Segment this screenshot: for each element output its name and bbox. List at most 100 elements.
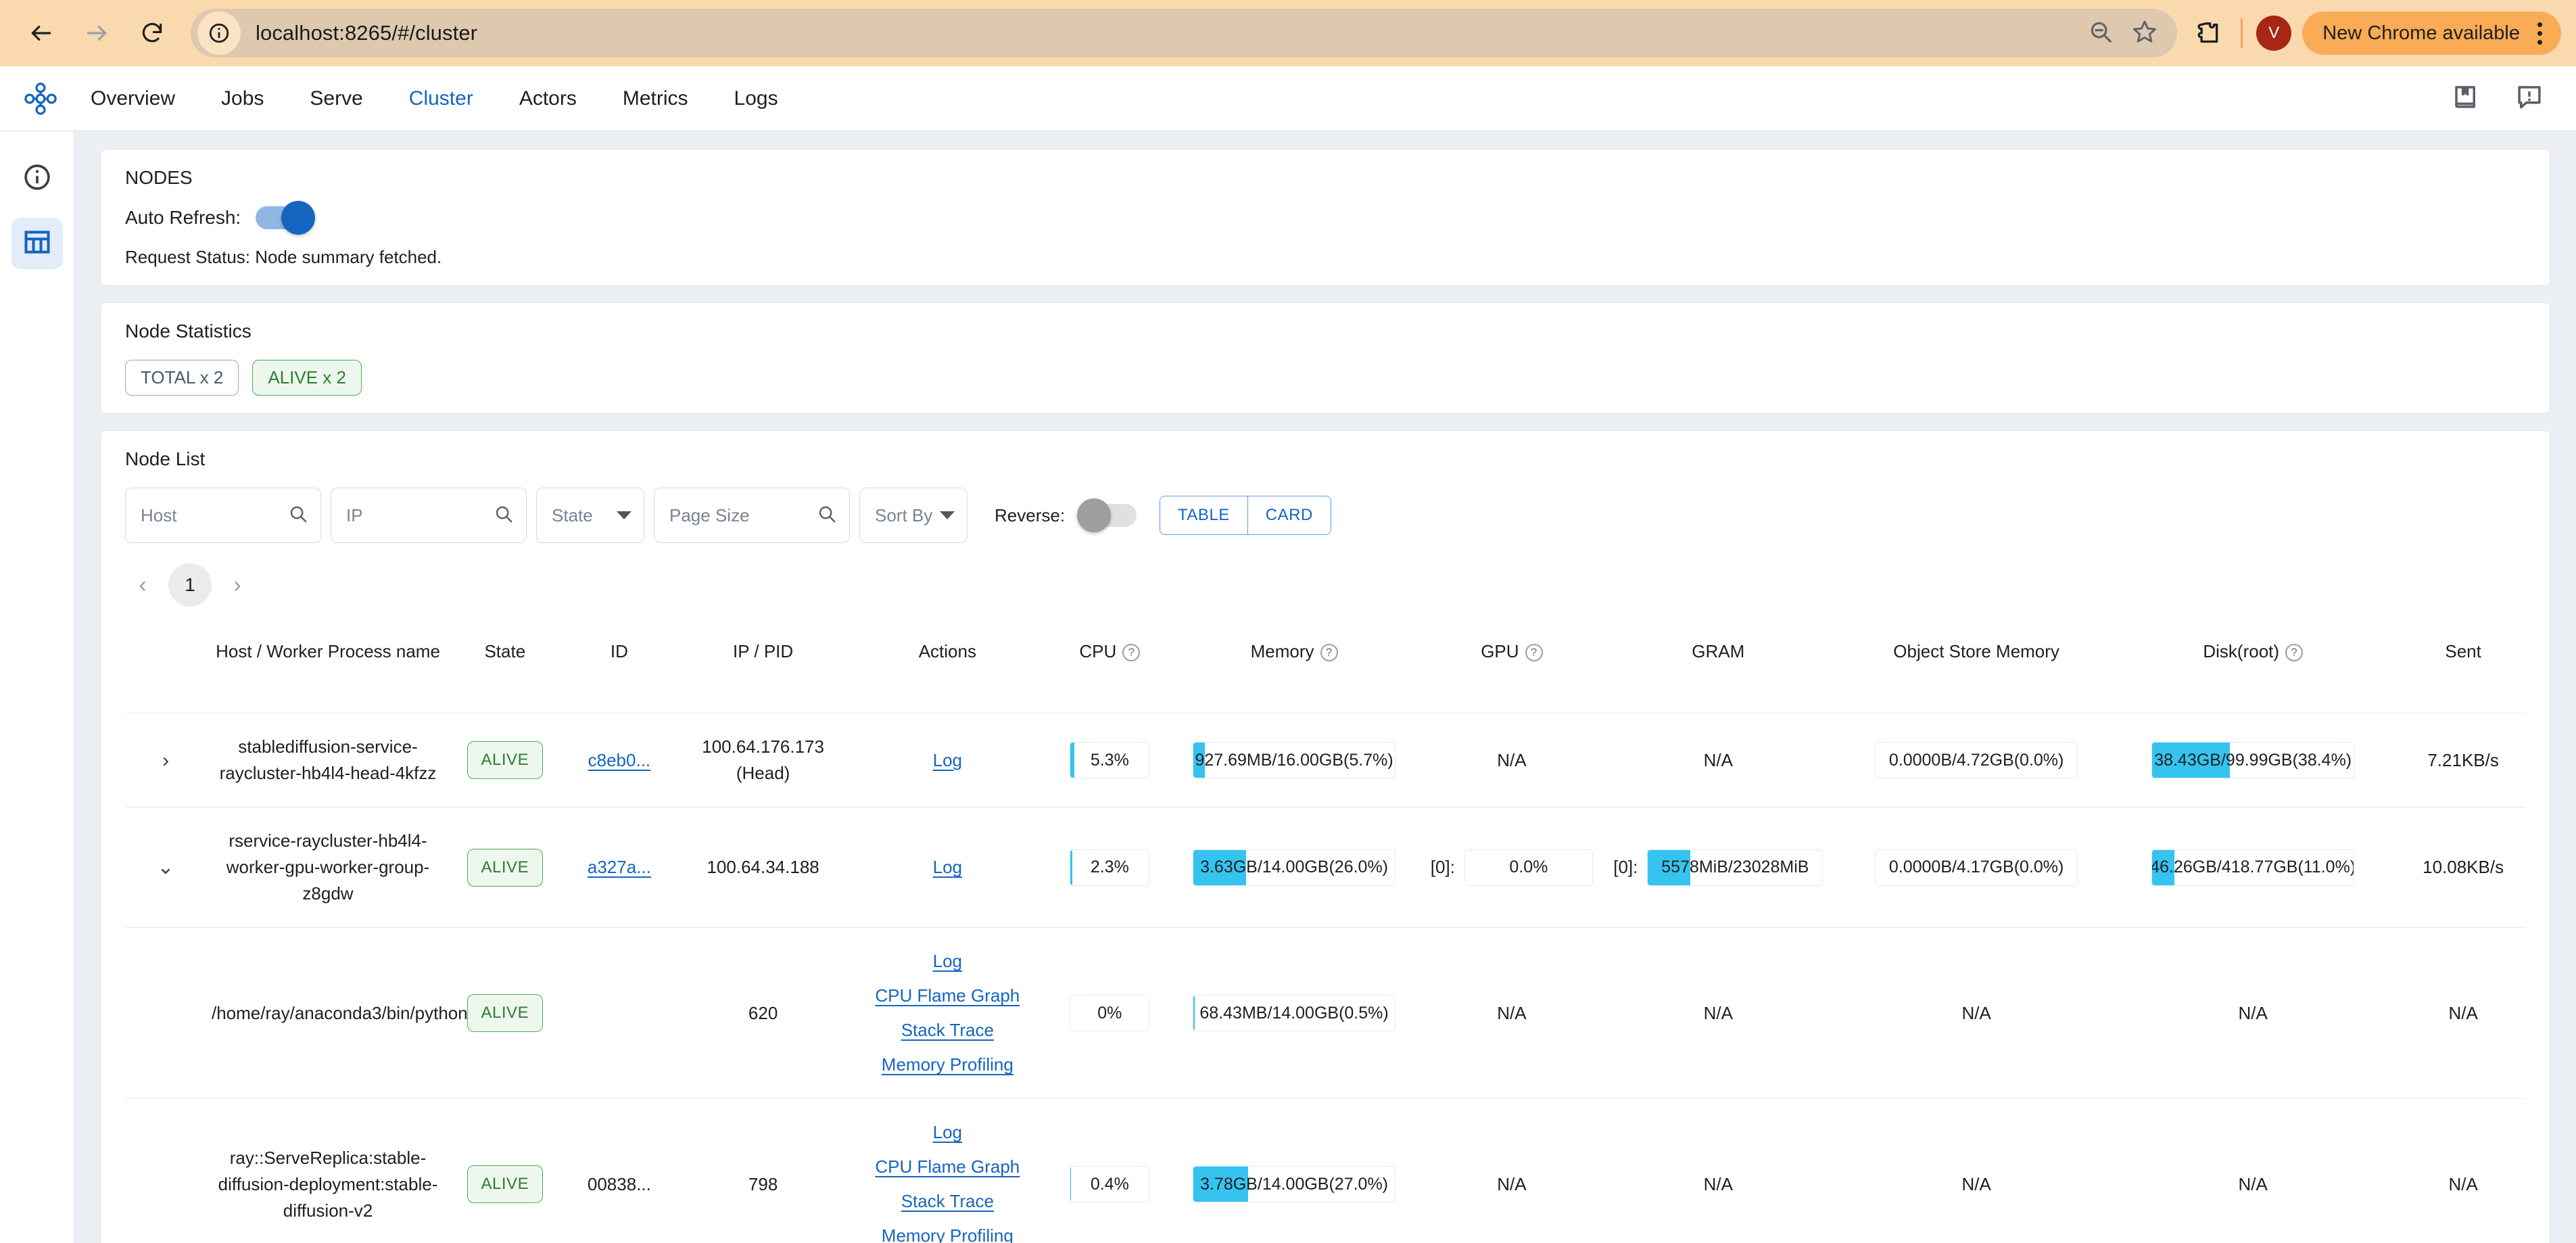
node-list-filters: Host IP State Page Size Sort By Reverse:… <box>125 488 2525 543</box>
row-expander[interactable]: ⌄ <box>125 807 206 928</box>
node-table: Host / Worker Process name State ID IP /… <box>125 622 2525 1243</box>
pagination-page-1[interactable]: 1 <box>168 563 212 607</box>
back-button[interactable] <box>15 7 68 60</box>
reverse-toggle[interactable] <box>1077 498 1137 532</box>
table-row[interactable]: › stablediffusion-service-raycluster-hb4… <box>125 713 2525 807</box>
browser-menu-icon[interactable] <box>2537 22 2542 45</box>
chevron-down-icon[interactable] <box>617 511 631 519</box>
cell-gpu: N/A <box>1416 927 1608 1099</box>
cell-sent: N/A <box>2382 1098 2525 1243</box>
col-object-store-memory: Object Store Memory <box>1893 641 2059 661</box>
nodes-card: NODES Auto Refresh: Request Status: Node… <box>100 149 2550 286</box>
help-icon[interactable]: ? <box>1525 644 1543 662</box>
nav-item-serve[interactable]: Serve <box>287 87 385 110</box>
pagination-prev[interactable]: ‹ <box>128 572 158 599</box>
chevron-down-icon[interactable] <box>940 511 955 519</box>
extensions-icon[interactable] <box>2187 11 2231 55</box>
action-log-link[interactable]: Log <box>933 854 962 881</box>
cell-sent: 10.08KB/s <box>2382 807 2525 928</box>
action-memory-profiling-link[interactable]: Memory Profiling <box>882 1223 1013 1243</box>
nav-item-actors[interactable]: Actors <box>496 87 600 110</box>
action-cpu-flame-graph-link[interactable]: CPU Flame Graph <box>875 983 1020 1009</box>
pagination-next[interactable]: › <box>222 572 252 599</box>
navbar-right-actions <box>2452 83 2544 114</box>
forward-button[interactable] <box>70 7 123 60</box>
action-memory-profiling-link[interactable]: Memory Profiling <box>882 1052 1013 1078</box>
auto-refresh-toggle[interactable] <box>256 201 316 235</box>
state-filter[interactable]: State <box>536 488 644 543</box>
address-bar[interactable]: localhost:8265/#/cluster <box>191 9 2178 57</box>
action-stack-trace-link[interactable]: Stack Trace <box>901 1188 994 1215</box>
chip-total[interactable]: TOTAL x 2 <box>125 360 239 396</box>
book-icon[interactable] <box>2452 83 2480 114</box>
table-row[interactable]: ⌄ rservice-raycluster-hb4l4-worker-gpu-w… <box>125 807 2525 928</box>
search-icon[interactable] <box>817 504 837 527</box>
toggle-knob <box>1077 498 1112 532</box>
page-size-filter[interactable]: Page Size <box>654 488 850 543</box>
chevron-right-icon[interactable]: › <box>162 745 169 776</box>
cell-cpu: 5.3% <box>1047 713 1173 807</box>
table-row[interactable]: /home/ray/anaconda3/bin/python ALIVE 620… <box>125 927 2525 1099</box>
action-stack-trace-link[interactable]: Stack Trace <box>901 1017 994 1043</box>
node-id-link[interactable]: c8eb0... <box>588 750 651 770</box>
action-log-link[interactable]: Log <box>933 747 962 774</box>
action-log-link[interactable]: Log <box>933 948 962 975</box>
node-table-scroll[interactable]: Host / Worker Process name State ID IP /… <box>125 622 2525 1243</box>
search-icon[interactable] <box>494 504 514 527</box>
avatar[interactable]: V <box>2256 16 2292 51</box>
nav-item-cluster[interactable]: Cluster <box>386 87 496 110</box>
feedback-icon[interactable] <box>2515 83 2544 114</box>
memory-value: 68.43MB/14.00GB(0.5%) <box>1199 1003 1389 1023</box>
search-icon[interactable] <box>288 504 308 527</box>
status-badge: ALIVE <box>467 1165 544 1204</box>
info-icon <box>22 162 52 195</box>
chrome-update-button[interactable]: New Chrome available <box>2302 11 2561 55</box>
zoom-out-icon[interactable] <box>2088 19 2114 48</box>
nav-item-logs[interactable]: Logs <box>711 87 801 110</box>
nav-item-jobs[interactable]: Jobs <box>198 87 287 110</box>
object-store-value: 0.0000B/4.17GB(0.0%) <box>1888 858 2064 877</box>
bar-fill <box>1070 743 1075 778</box>
view-mode-card-button[interactable]: CARD <box>1247 496 1331 535</box>
cpu-value: 0% <box>1097 1003 1122 1023</box>
col-host-worker-name: Host / Worker Process name <box>216 641 440 661</box>
view-mode-table-button[interactable]: TABLE <box>1160 496 1247 535</box>
nav-item-overview[interactable]: Overview <box>68 87 198 110</box>
rail-item-info[interactable] <box>11 153 63 204</box>
rail-item-table[interactable] <box>11 218 63 269</box>
chrome-update-label: New Chrome available <box>2322 22 2520 44</box>
cell-object-store: 0.0000B/4.72GB(0.0%) <box>1828 713 2124 807</box>
reverse-label: Reverse: <box>995 505 1066 525</box>
ip-filter[interactable]: IP <box>331 488 527 543</box>
col-memory-label: Memory <box>1250 641 1314 661</box>
cell-id[interactable]: c8eb0... <box>560 713 679 807</box>
node-table-head: Host / Worker Process name State ID IP /… <box>125 622 2525 713</box>
toolbar-divider <box>2241 18 2243 48</box>
help-icon[interactable]: ? <box>1320 644 1338 662</box>
table-header-row: Host / Worker Process name State ID IP /… <box>125 622 2525 713</box>
reload-button[interactable] <box>126 7 178 60</box>
help-icon[interactable]: ? <box>1122 644 1141 662</box>
host-filter[interactable]: Host <box>125 488 321 543</box>
cell-actions: Log CPU Flame Graph Stack Trace Memory P… <box>848 1098 1047 1243</box>
action-cpu-flame-graph-link[interactable]: CPU Flame Graph <box>875 1154 1020 1180</box>
help-icon[interactable]: ? <box>2285 644 2304 662</box>
app-navbar: Overview Jobs Serve Cluster Actors Metri… <box>0 66 2576 131</box>
sort-by-filter[interactable]: Sort By <box>859 488 968 543</box>
chevron-down-icon[interactable]: ⌄ <box>157 852 174 883</box>
row-expander[interactable]: › <box>125 713 206 807</box>
nav-item-metrics[interactable]: Metrics <box>600 87 711 110</box>
request-status: Request Status: Node summary fetched. <box>125 247 442 267</box>
table-row[interactable]: ray::ServeReplica:stable-diffusion-deplo… <box>125 1098 2525 1243</box>
chip-alive[interactable]: ALIVE x 2 <box>252 360 362 396</box>
cell-id[interactable]: a327a... <box>560 807 679 928</box>
browser-actions: V New Chrome available <box>2187 11 2561 55</box>
ray-logo-icon[interactable] <box>14 80 68 117</box>
cell-object-store: 0.0000B/4.17GB(0.0%) <box>1828 807 2124 928</box>
action-log-link[interactable]: Log <box>933 1119 962 1146</box>
node-id-link[interactable]: a327a... <box>588 857 651 877</box>
cpu-value: 0.4% <box>1090 1174 1129 1194</box>
cell-ip-pid: 100.64.34.188 <box>678 807 849 928</box>
site-info-icon[interactable] <box>197 11 241 55</box>
bookmark-star-icon[interactable] <box>2131 18 2158 49</box>
